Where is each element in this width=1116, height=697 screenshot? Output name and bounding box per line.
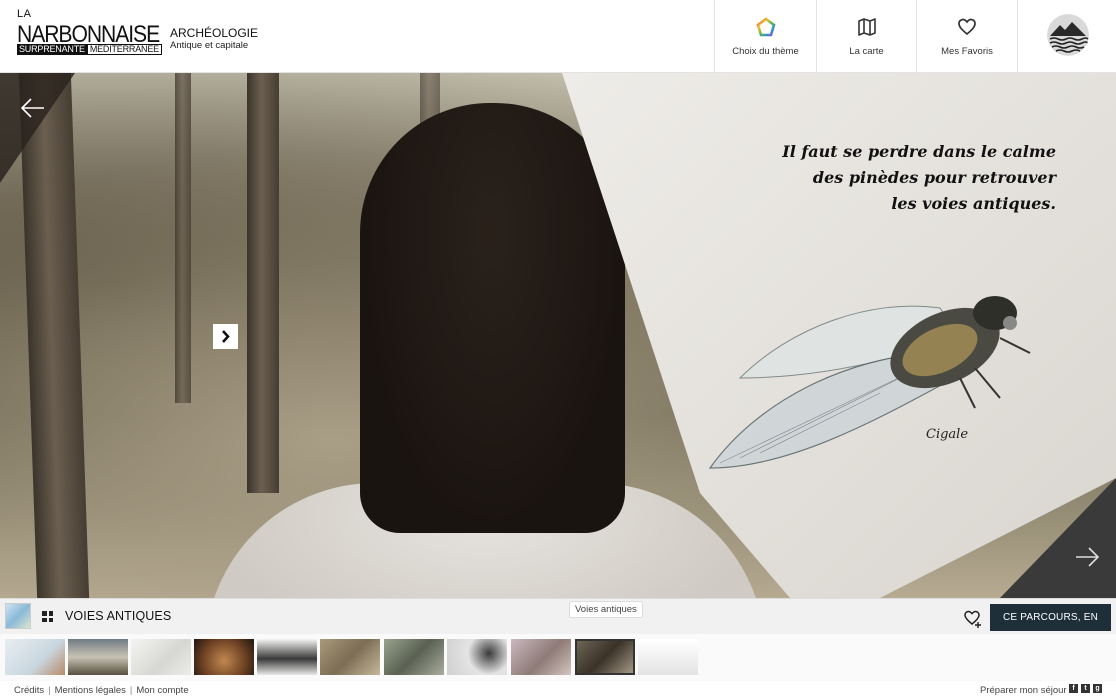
account-link[interactable]: Mon compte — [136, 685, 188, 696]
grid-icon[interactable] — [42, 611, 53, 622]
logo-tagline-a: SURPRENANTE — [17, 44, 87, 55]
nav-favorites-label: Mes Favoris — [941, 46, 993, 57]
credits-link[interactable]: Crédits — [14, 685, 44, 696]
heart-icon — [958, 18, 976, 36]
nav-map-label: La carte — [849, 46, 884, 57]
quote-line: les voies antiques. — [891, 194, 1056, 213]
site-logo[interactable]: LA NARBONNAISE SURPRENANTE MÉDITERRANÉE — [17, 8, 162, 58]
nav-favorites[interactable]: Mes Favoris — [916, 0, 1017, 72]
real-route-button[interactable]: CE PARCOURS, EN VRAI — [990, 604, 1111, 650]
logo-tagline: SURPRENANTE MÉDITERRANÉE — [17, 44, 162, 55]
nav-map[interactable]: La carte — [816, 0, 916, 72]
legal-link[interactable]: Mentions légales — [55, 685, 126, 696]
prev-arrow-icon[interactable] — [20, 95, 46, 121]
site-header: LA NARBONNAISE SURPRENANTE MÉDITERRANÉE … — [0, 0, 1116, 73]
slide-thumbnail[interactable] — [447, 639, 507, 675]
route-bar: VOIES ANTIQUES Voies antiques CE PARCOUR… — [0, 598, 1116, 650]
prepare-stay-link[interactable]: Préparer mon séjour — [980, 685, 1067, 696]
slide-thumbnail-active[interactable] — [575, 639, 635, 675]
theme-title: ARCHÉOLOGIE — [170, 26, 259, 40]
video-play-button[interactable] — [213, 324, 238, 349]
map-icon — [857, 18, 876, 36]
illustration-caption: Cigale — [926, 427, 969, 442]
theme-subtitle: Antique et capitale — [170, 40, 249, 51]
quote-text: Il faut se perdre dans le calme des pinè… — [782, 139, 1056, 217]
slide-thumbnail[interactable] — [194, 639, 254, 675]
route-title: VOIES ANTIQUES — [65, 609, 172, 623]
slide-thumbnail[interactable] — [131, 639, 191, 675]
quote-line: Il faut se perdre dans le calme — [782, 142, 1056, 161]
chevron-right-icon — [222, 330, 230, 343]
next-arrow-icon[interactable] — [1074, 544, 1100, 570]
nav-theme-label: Choix du thème — [732, 46, 799, 57]
facebook-icon[interactable]: f — [1069, 684, 1078, 693]
slide-thumbnail[interactable] — [384, 639, 444, 675]
mountain-sea-icon — [1047, 14, 1089, 56]
slide-thumbnail[interactable] — [638, 639, 698, 675]
logo-tagline-b: MÉDITERRANÉE — [86, 44, 162, 55]
hero-stage: Il faut se perdre dans le calme des pinè… — [0, 73, 1116, 598]
quote-line: des pinèdes pour retrouver — [812, 168, 1056, 187]
mini-map-thumbnail[interactable] — [5, 603, 31, 629]
logo-la: LA — [17, 8, 32, 20]
slide-thumbnail[interactable] — [511, 639, 571, 675]
site-footer: Crédits | Mentions légales | Mon compte Prép… — [0, 681, 1116, 697]
slide-thumbnail[interactable] — [257, 639, 317, 675]
slide-thumbnail[interactable] — [320, 639, 380, 675]
footer-links: Crédits | Mentions légales | Mon compte — [14, 685, 189, 696]
slide-tooltip: Voies antiques — [569, 601, 643, 618]
google-plus-icon[interactable]: g — [1093, 684, 1102, 693]
footer-separator: | — [129, 685, 133, 696]
slide-thumbnail[interactable] — [5, 639, 65, 675]
footer-separator: | — [48, 685, 51, 696]
slide-thumbnail[interactable] — [68, 639, 128, 675]
pentagon-icon — [755, 17, 776, 37]
destination-emblem[interactable] — [1017, 0, 1116, 72]
nav-theme-choice[interactable]: Choix du thème — [714, 0, 816, 72]
add-favorite-icon[interactable] — [962, 607, 984, 629]
twitter-icon[interactable]: t — [1081, 684, 1090, 693]
thumbnail-strip — [0, 634, 1116, 681]
cicada-illustration — [708, 296, 1031, 469]
